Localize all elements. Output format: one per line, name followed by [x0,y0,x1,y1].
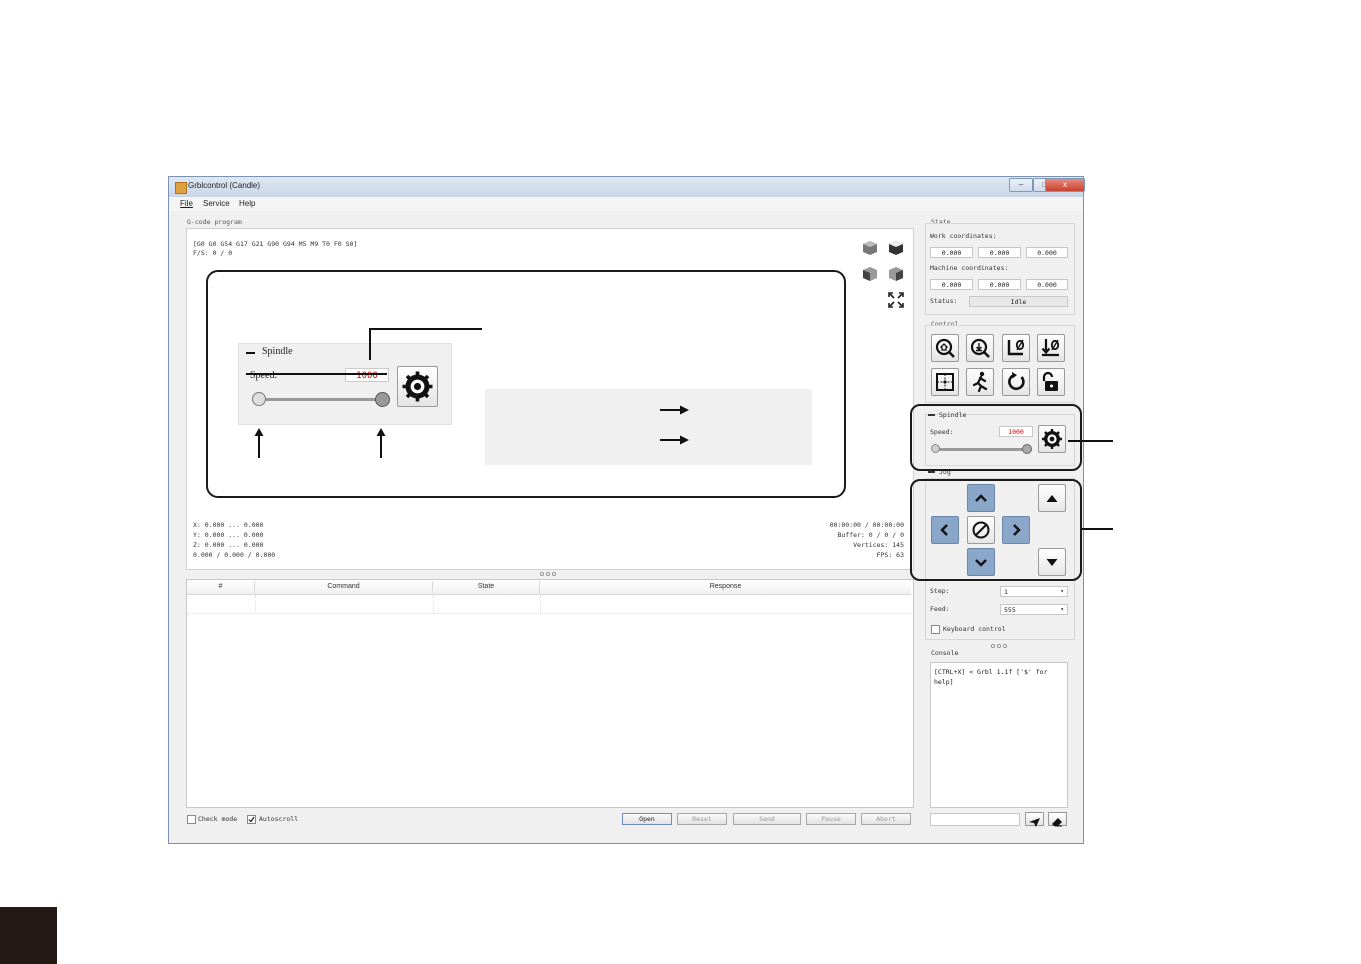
arrow-right-icon [660,435,689,445]
jog-highlight [910,479,1082,581]
legend-box [485,389,812,465]
annotation-lines [246,328,1113,530]
spindle-highlight [910,404,1082,471]
arrow-right-icon [660,405,689,415]
page-corner-tab [0,907,57,964]
